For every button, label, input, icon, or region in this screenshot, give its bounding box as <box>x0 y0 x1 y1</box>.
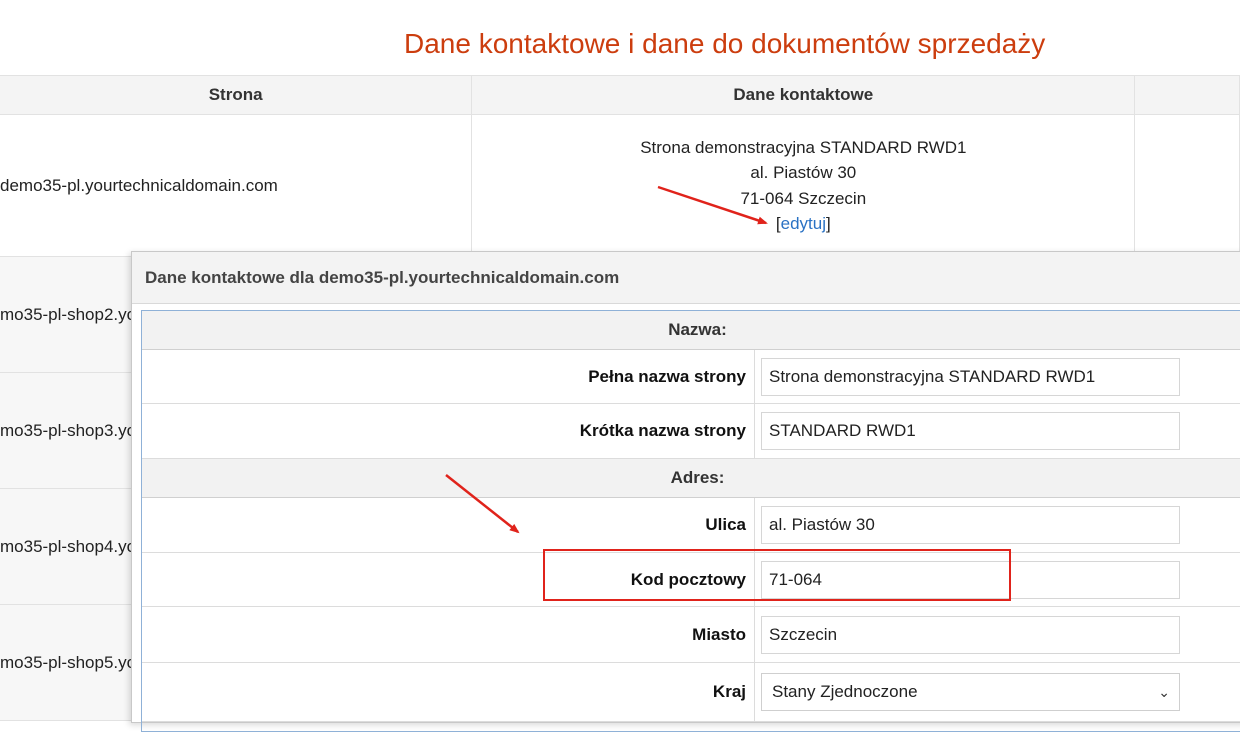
column-header-extra <box>1134 75 1240 115</box>
full-name-label: Pełna nazwa strony <box>142 350 755 403</box>
dialog-title: Dane kontaktowe dla demo35-pl.yourtechni… <box>132 252 1240 304</box>
postal-code-label: Kod pocztowy <box>142 553 755 606</box>
site-name: demo35-pl.yourtechnicaldomain.com <box>0 175 278 195</box>
column-header-contact: Dane kontaktowe <box>471 75 1136 115</box>
contact-details: Strona demonstracyjna STANDARD RWD1 al. … <box>472 135 1134 237</box>
chevron-down-icon: ⌄ <box>1158 683 1170 700</box>
section-header-name: Nazwa: <box>142 311 1240 350</box>
country-selected-value: Stany Zjednoczone <box>772 682 918 701</box>
city-input[interactable] <box>761 615 1180 654</box>
contact-line-name: Strona demonstracyjna STANDARD RWD1 <box>640 137 967 157</box>
full-name-input[interactable] <box>761 357 1180 396</box>
contact-cell: Strona demonstracyjna STANDARD RWD1 al. … <box>471 114 1136 257</box>
street-input[interactable] <box>761 506 1180 544</box>
street-label: Ulica <box>142 498 755 552</box>
contact-line-street: al. Piastów 30 <box>750 163 857 182</box>
bracket-close: ] <box>826 214 831 233</box>
short-name-label: Krótka nazwa strony <box>142 404 755 458</box>
section-header-address: Adres: <box>142 459 1240 498</box>
extra-cell <box>1134 114 1240 257</box>
country-label: Kraj <box>142 663 755 721</box>
city-label: Miasto <box>142 607 755 662</box>
form-row-short-name: Krótka nazwa strony <box>142 404 1240 459</box>
form-row-city: Miasto <box>142 607 1240 663</box>
form-row-country: Kraj Stany Zjednoczone ⌄ <box>142 663 1240 722</box>
page-title: Dane kontaktowe i dane do dokumentów spr… <box>404 28 1046 59</box>
short-name-input[interactable] <box>761 412 1180 450</box>
contact-details-dialog: Dane kontaktowe dla demo35-pl.yourtechni… <box>131 251 1240 732</box>
edit-line: [edytuj] <box>472 211 1134 237</box>
form-row-postal-code: Kod pocztowy <box>142 553 1240 607</box>
column-header-site: Strona <box>0 75 473 115</box>
contact-line-city: 71-064 Szczecin <box>740 188 867 208</box>
contact-form: Nazwa: Pełna nazwa strony Krótka nazwa s… <box>141 310 1240 732</box>
form-row-full-name: Pełna nazwa strony <box>142 350 1240 404</box>
form-row-street: Ulica <box>142 498 1240 553</box>
edit-link[interactable]: edytuj <box>781 214 826 233</box>
country-select[interactable]: Stany Zjednoczone ⌄ <box>761 673 1180 711</box>
site-cell: demo35-pl.yourtechnicaldomain.com <box>0 114 473 257</box>
postal-code-input[interactable] <box>761 560 1180 599</box>
table-row: demo35-pl.yourtechnicaldomain.com Strona… <box>0 114 1240 257</box>
